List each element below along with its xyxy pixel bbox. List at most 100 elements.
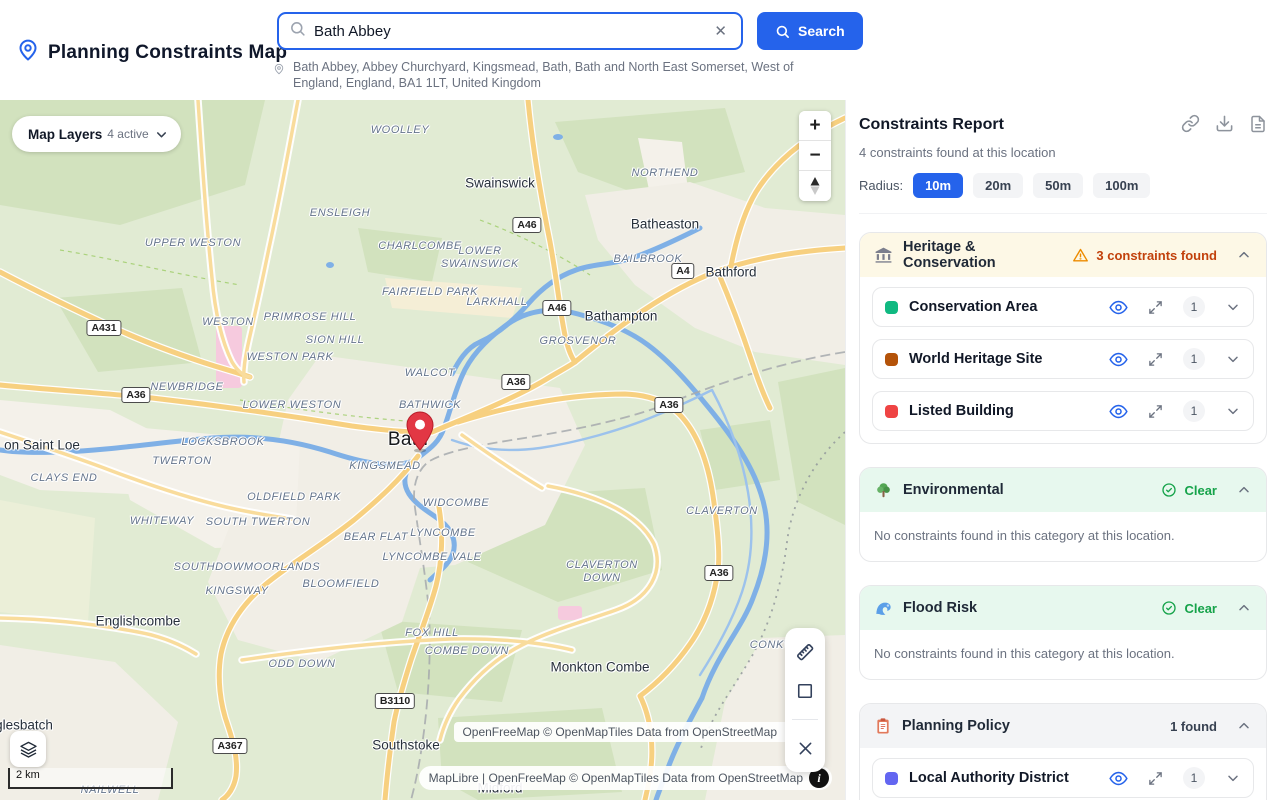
wave-icon [874, 599, 893, 618]
constraint-row-conservation-area: Conservation Area 1 [872, 287, 1254, 327]
compass-button[interactable] [799, 171, 831, 201]
count-badge: 1 [1183, 348, 1205, 370]
visibility-eye-icon[interactable] [1109, 350, 1128, 369]
check-circle-icon [1161, 600, 1177, 616]
chevron-up-icon[interactable] [1236, 247, 1252, 263]
divider [792, 719, 818, 720]
constraint-label: Conservation Area [909, 299, 1089, 315]
measure-ruler-icon[interactable] [794, 641, 816, 663]
close-tool-icon[interactable] [796, 737, 815, 759]
zoom-to-extent-icon[interactable] [1148, 352, 1163, 367]
constraint-label: Local Authority District [909, 770, 1089, 786]
zoom-to-extent-icon[interactable] [1148, 404, 1163, 419]
section-name: Environmental [903, 482, 1151, 498]
section-status: Clear [1184, 483, 1217, 498]
map-layers-dropdown[interactable]: Map Layers 4 active [12, 116, 181, 152]
brand: Planning Constraints Map [16, 38, 287, 67]
section-header-planning-policy[interactable]: Planning Policy 1 found [860, 704, 1266, 748]
section-flood-risk: Flood Risk Clear No constraints found in… [859, 585, 1267, 680]
count-badge: 1 [1183, 400, 1205, 422]
layer-color-swatch [885, 353, 898, 366]
scale-label: 2 km [16, 769, 40, 781]
constraint-sections: Heritage & Conservation 3 constraints fo… [859, 214, 1267, 800]
layer-color-swatch [885, 772, 898, 785]
section-name: Heritage & Conservation [903, 239, 1062, 271]
section-heritage-conservation: Heritage & Conservation 3 constraints fo… [859, 232, 1267, 444]
search-button[interactable]: Search [757, 12, 863, 50]
section-status: Clear [1184, 601, 1217, 616]
layer-color-swatch [885, 405, 898, 418]
map-attribution-inner: OpenFreeMap © OpenMapTiles Data from Ope… [454, 722, 785, 742]
check-circle-icon [1161, 482, 1177, 498]
constraint-row-local-authority-district: Local Authority District 1 [872, 758, 1254, 798]
zoom-to-extent-icon[interactable] [1148, 771, 1163, 786]
constraint-row-listed-building: Listed Building 1 [872, 391, 1254, 431]
search-icon [289, 20, 306, 42]
download-icon[interactable] [1215, 114, 1234, 136]
app-header: Planning Constraints Map ✕ Search Bath A… [0, 0, 1280, 100]
draw-tools-panel [785, 628, 825, 772]
count-badge: 1 [1183, 767, 1205, 789]
rectangle-tool-icon[interactable] [795, 680, 815, 702]
layer-color-swatch [885, 301, 898, 314]
section-name: Planning Policy [902, 718, 1160, 734]
chevron-down-icon[interactable] [1225, 403, 1241, 419]
constraint-label: World Heritage Site [909, 351, 1089, 367]
chevron-up-icon[interactable] [1236, 482, 1252, 498]
copy-link-icon[interactable] [1181, 114, 1200, 136]
chevron-down-icon[interactable] [1225, 299, 1241, 315]
section-name: Flood Risk [903, 600, 1151, 616]
map-canvas[interactable] [0, 100, 845, 800]
basemap-layers-button[interactable] [10, 731, 46, 767]
section-environmental: Environmental Clear No constraints found… [859, 467, 1267, 562]
search-button-icon [775, 24, 790, 39]
report-title: Constraints Report [859, 116, 1004, 134]
radius-label: Radius: [859, 178, 903, 193]
visibility-eye-icon[interactable] [1109, 402, 1128, 421]
section-status: 3 constraints found [1096, 248, 1217, 263]
zoom-to-extent-icon[interactable] [1148, 300, 1163, 315]
search-result[interactable]: Bath Abbey, Abbey Churchyard, Kingsmead,… [273, 59, 820, 91]
result-address: Bath Abbey, Abbey Churchyard, Kingsmead,… [293, 59, 820, 91]
radius-option-50m[interactable]: 50m [1033, 173, 1083, 198]
search-bar: ✕ Search [277, 12, 863, 50]
zoom-control: + − [799, 111, 831, 201]
map-attribution: MapLibre | OpenFreeMap © OpenMapTiles Da… [419, 766, 832, 790]
museum-icon [874, 246, 893, 265]
search-box: ✕ [277, 12, 743, 50]
zoom-out-button[interactable]: − [799, 141, 831, 171]
section-header-flood-risk[interactable]: Flood Risk Clear [860, 586, 1266, 630]
scale-bar: 2 km [8, 768, 173, 789]
radius-option-100m[interactable]: 100m [1093, 173, 1150, 198]
section-header-environmental[interactable]: Environmental Clear [860, 468, 1266, 512]
page-title: Planning Constraints Map [48, 42, 287, 64]
search-input[interactable] [314, 23, 710, 40]
chevron-down-icon [154, 127, 169, 142]
visibility-eye-icon[interactable] [1109, 769, 1128, 788]
attribution-text: MapLibre | OpenFreeMap © OpenMapTiles Da… [429, 771, 803, 785]
radius-selector: Radius: 10m 20m 50m 100m [859, 173, 1267, 214]
constraints-report-panel: Constraints Report 4 constraints found a… [845, 100, 1280, 800]
chevron-down-icon[interactable] [1225, 770, 1241, 786]
zoom-in-button[interactable]: + [799, 111, 831, 141]
section-planning-policy: Planning Policy 1 found Local Authority … [859, 703, 1267, 800]
radius-option-10m[interactable]: 10m [913, 173, 963, 198]
map-layers-label: Map Layers [28, 127, 102, 142]
chevron-up-icon[interactable] [1236, 718, 1252, 734]
tree-icon [874, 481, 893, 500]
visibility-eye-icon[interactable] [1109, 298, 1128, 317]
report-document-icon[interactable] [1249, 114, 1267, 136]
map-layers-active-count: 4 active [107, 127, 148, 141]
location-pin-icon [273, 62, 285, 91]
constraint-row-world-heritage-site: World Heritage Site 1 [872, 339, 1254, 379]
constraints-summary: 4 constraints found at this location [859, 145, 1267, 160]
radius-option-20m[interactable]: 20m [973, 173, 1023, 198]
chevron-down-icon[interactable] [1225, 351, 1241, 367]
clear-search-icon[interactable]: ✕ [710, 20, 731, 42]
empty-category-message: No constraints found in this category at… [872, 640, 1254, 669]
search-button-label: Search [798, 23, 845, 39]
empty-category-message: No constraints found in this category at… [872, 522, 1254, 551]
section-header-heritage[interactable]: Heritage & Conservation 3 constraints fo… [860, 233, 1266, 277]
chevron-up-icon[interactable] [1236, 600, 1252, 616]
map-container[interactable]: WOOLLEYSwainswickNORTHENDBatheastonENSLE… [0, 100, 845, 800]
